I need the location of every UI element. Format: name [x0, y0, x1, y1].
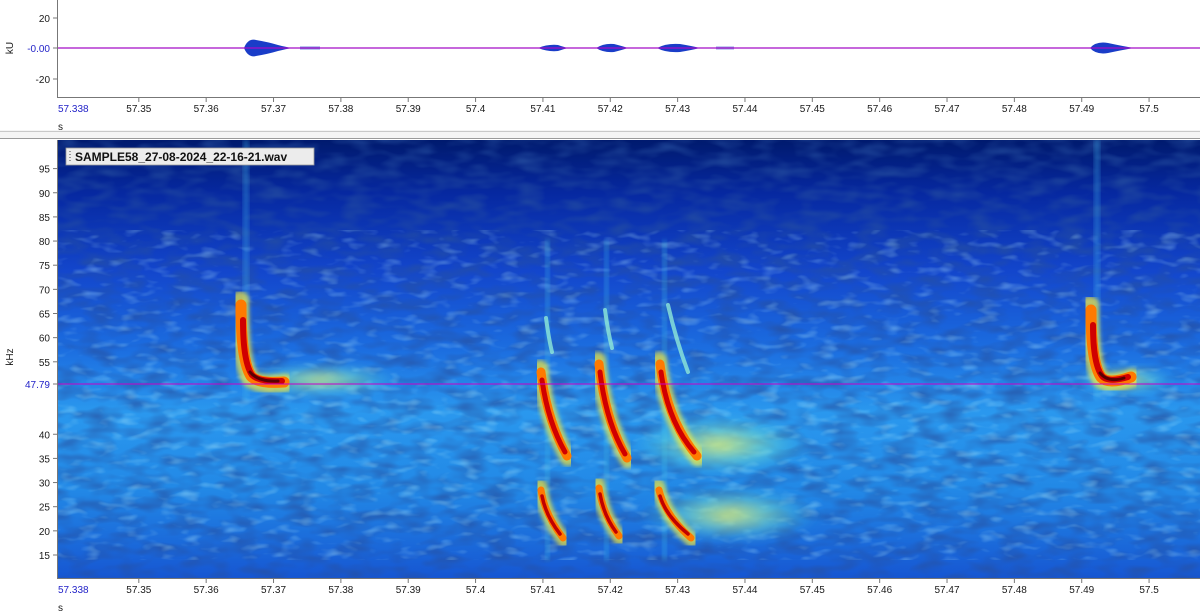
time-axis-tick-label: 57.47	[935, 104, 960, 115]
spectrogram-time-axis: 57.338 s 57.35 57.36 57.37 57.38 57.39 57.4 57…	[58, 578, 1159, 614]
time-axis-tick-label: 57.43	[665, 104, 690, 115]
time-axis-tick-label: 57.37	[261, 585, 286, 596]
frequency-axis-tick-label: 35	[39, 454, 51, 465]
frequency-axis-tick-label: 55	[39, 358, 51, 369]
frequency-axis-tick-label: 90	[39, 189, 51, 200]
time-axis-tick-label: 57.4	[466, 585, 486, 596]
time-axis-tick-label: 57.48	[1002, 585, 1027, 596]
time-axis-tick-label: 57.45	[800, 585, 825, 596]
frequency-cursor-label: 47.79	[25, 380, 50, 391]
frequency-axis-tick-label: 70	[39, 285, 51, 296]
time-axis-tick-label: 57.49	[1069, 585, 1094, 596]
frequency-axis-tick-label: 25	[39, 503, 51, 514]
time-axis-tick-label: 57.35	[126, 104, 151, 115]
time-axis-tick-label: 57.45	[800, 104, 825, 115]
sound-analyzer-view: 20 -0.00 -20 kU 57.338 s 57.35 57.36 57.37…	[0, 0, 1200, 614]
time-axis-start-label: 57.338	[58, 585, 89, 596]
spectrogram-time-unit-label: s	[58, 603, 63, 614]
frequency-axis-tick-label: 95	[39, 165, 51, 176]
time-axis-tick-label: 57.5	[1139, 585, 1159, 596]
time-axis-tick-label: 57.46	[867, 585, 892, 596]
time-axis-tick-label: 57.41	[530, 585, 555, 596]
waveform-y-axis: 20 -0.00 -20 kU	[5, 14, 58, 86]
frequency-axis-tick-label: 40	[39, 430, 51, 441]
time-axis-start-label: 57.338	[58, 104, 89, 115]
frequency-unit-label: kHz	[5, 348, 16, 365]
waveform-y-tick-zero: -0.00	[27, 44, 50, 55]
time-axis-tick-label: 57.36	[194, 585, 219, 596]
time-axis-tick-label: 57.48	[1002, 104, 1027, 115]
frequency-axis-tick-label: 85	[39, 213, 51, 224]
time-axis-tick-label: 57.39	[396, 104, 421, 115]
frequency-axis-tick-label: 30	[39, 479, 51, 490]
spectrogram-image[interactable]	[58, 140, 1200, 578]
spectrogram-panel[interactable]: SAMPLE58_27-08-2024_22-16-21.wav kHz 47.…	[5, 140, 1200, 614]
frequency-axis-tick-label: 20	[39, 527, 51, 538]
file-name-label: SAMPLE58_27-08-2024_22-16-21.wav	[75, 150, 287, 164]
frequency-axis-tick-label: 80	[39, 237, 51, 248]
time-axis-tick-label: 57.38	[328, 585, 353, 596]
waveform-y-tick: -20	[36, 75, 51, 86]
time-axis-tick-label: 57.47	[935, 585, 960, 596]
frequency-axis: kHz 47.79 95 90 85 80 75 70 65 60 55 40 35 30 25 20 15	[5, 165, 58, 562]
file-name-tag: SAMPLE58_27-08-2024_22-16-21.wav	[65, 147, 315, 166]
time-axis-tick-label: 57.35	[126, 585, 151, 596]
time-axis-tick-label: 57.37	[261, 104, 286, 115]
time-axis-tick-label: 57.41	[530, 104, 555, 115]
time-axis-tick-label: 57.38	[328, 104, 353, 115]
time-axis-tick-label: 57.5	[1139, 104, 1159, 115]
time-axis-tick-label: 57.49	[1069, 104, 1094, 115]
time-axis-tick-label: 57.36	[194, 104, 219, 115]
frequency-axis-tick-label: 65	[39, 310, 51, 321]
waveform-y-tick: 20	[39, 14, 51, 25]
time-axis-tick-label: 57.42	[598, 585, 623, 596]
frequency-axis-tick-label: 15	[39, 551, 51, 562]
frequency-axis-tick-label: 75	[39, 261, 51, 272]
time-axis-tick-label: 57.39	[396, 585, 421, 596]
time-axis-tick-label: 57.42	[598, 104, 623, 115]
time-axis-tick-label: 57.44	[732, 104, 757, 115]
time-axis-tick-label: 57.44	[732, 585, 757, 596]
analyzer-canvas: 20 -0.00 -20 kU 57.338 s 57.35 57.36 57.37…	[0, 0, 1200, 614]
time-axis-tick-label: 57.43	[665, 585, 690, 596]
frequency-axis-tick-label: 60	[39, 334, 51, 345]
waveform-unit-label: kU	[5, 42, 16, 54]
waveform-panel[interactable]: 20 -0.00 -20 kU 57.338 s 57.35 57.36 57.37…	[5, 0, 1200, 133]
time-axis-tick-label: 57.46	[867, 104, 892, 115]
time-axis-tick-label: 57.4	[466, 104, 486, 115]
waveform-time-axis: 57.338 s 57.35 57.36 57.37 57.38 57.39 57.4 57…	[58, 97, 1159, 133]
